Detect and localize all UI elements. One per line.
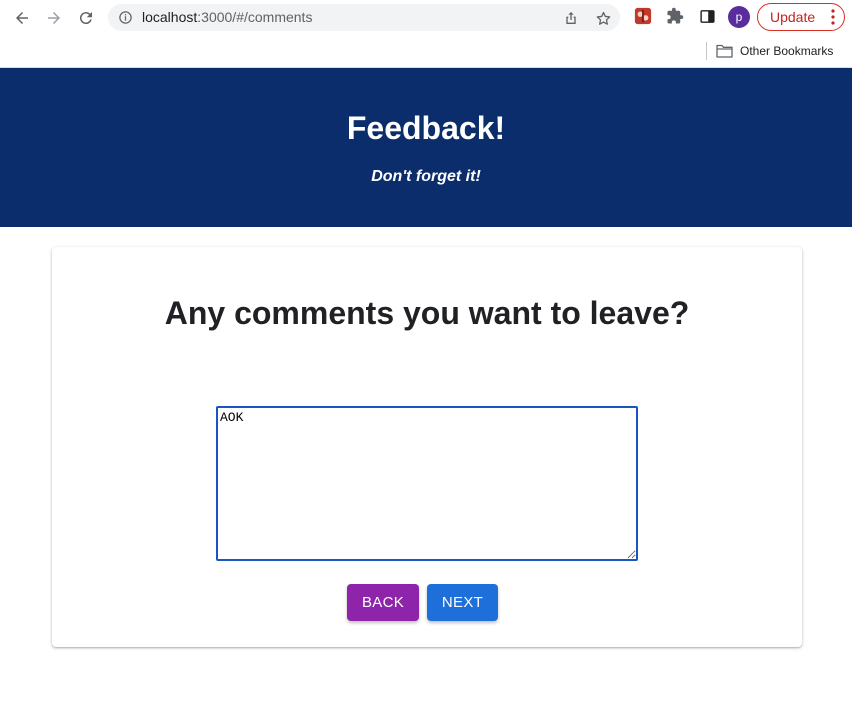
folder-icon — [716, 44, 733, 58]
page-header: Feedback! Don't forget it! — [0, 68, 852, 227]
question-heading: Any comments you want to leave? — [164, 295, 690, 331]
info-icon[interactable] — [118, 10, 133, 25]
address-bar[interactable]: localhost:3000/#/comments — [108, 4, 620, 31]
comments-card: Any comments you want to leave? AOK BACK… — [52, 247, 802, 647]
back-button[interactable]: BACK — [347, 584, 419, 621]
back-arrow-icon[interactable] — [9, 5, 35, 31]
page-title: Feedback! — [346, 110, 506, 146]
update-button[interactable]: Update — [757, 3, 845, 31]
puzzle-icon[interactable] — [665, 6, 685, 26]
page-subtitle: Don't forget it! — [371, 168, 481, 185]
star-icon[interactable] — [594, 9, 612, 27]
next-button[interactable]: NEXT — [427, 584, 498, 621]
reload-icon[interactable] — [73, 5, 99, 31]
update-label: Update — [770, 9, 816, 25]
extension-icon[interactable] — [633, 6, 653, 26]
side-panel-icon[interactable] — [697, 6, 717, 26]
share-icon[interactable] — [562, 9, 580, 27]
forward-arrow-icon[interactable] — [41, 5, 67, 31]
comments-textarea[interactable]: AOK — [216, 406, 638, 561]
browser-toolbar: localhost:3000/#/comments p Update — [0, 0, 852, 36]
url-text: localhost:3000/#/comments — [142, 9, 312, 26]
url-path: :3000/#/comments — [197, 9, 313, 25]
other-bookmarks-label: Other Bookmarks — [740, 44, 834, 58]
more-vert-icon — [831, 9, 835, 25]
bookmarks-bar: Other Bookmarks — [0, 36, 852, 68]
other-bookmarks[interactable]: Other Bookmarks — [716, 40, 833, 62]
bookmarks-divider — [706, 42, 707, 60]
profile-avatar[interactable]: p — [728, 6, 750, 28]
url-host: localhost — [142, 9, 198, 25]
